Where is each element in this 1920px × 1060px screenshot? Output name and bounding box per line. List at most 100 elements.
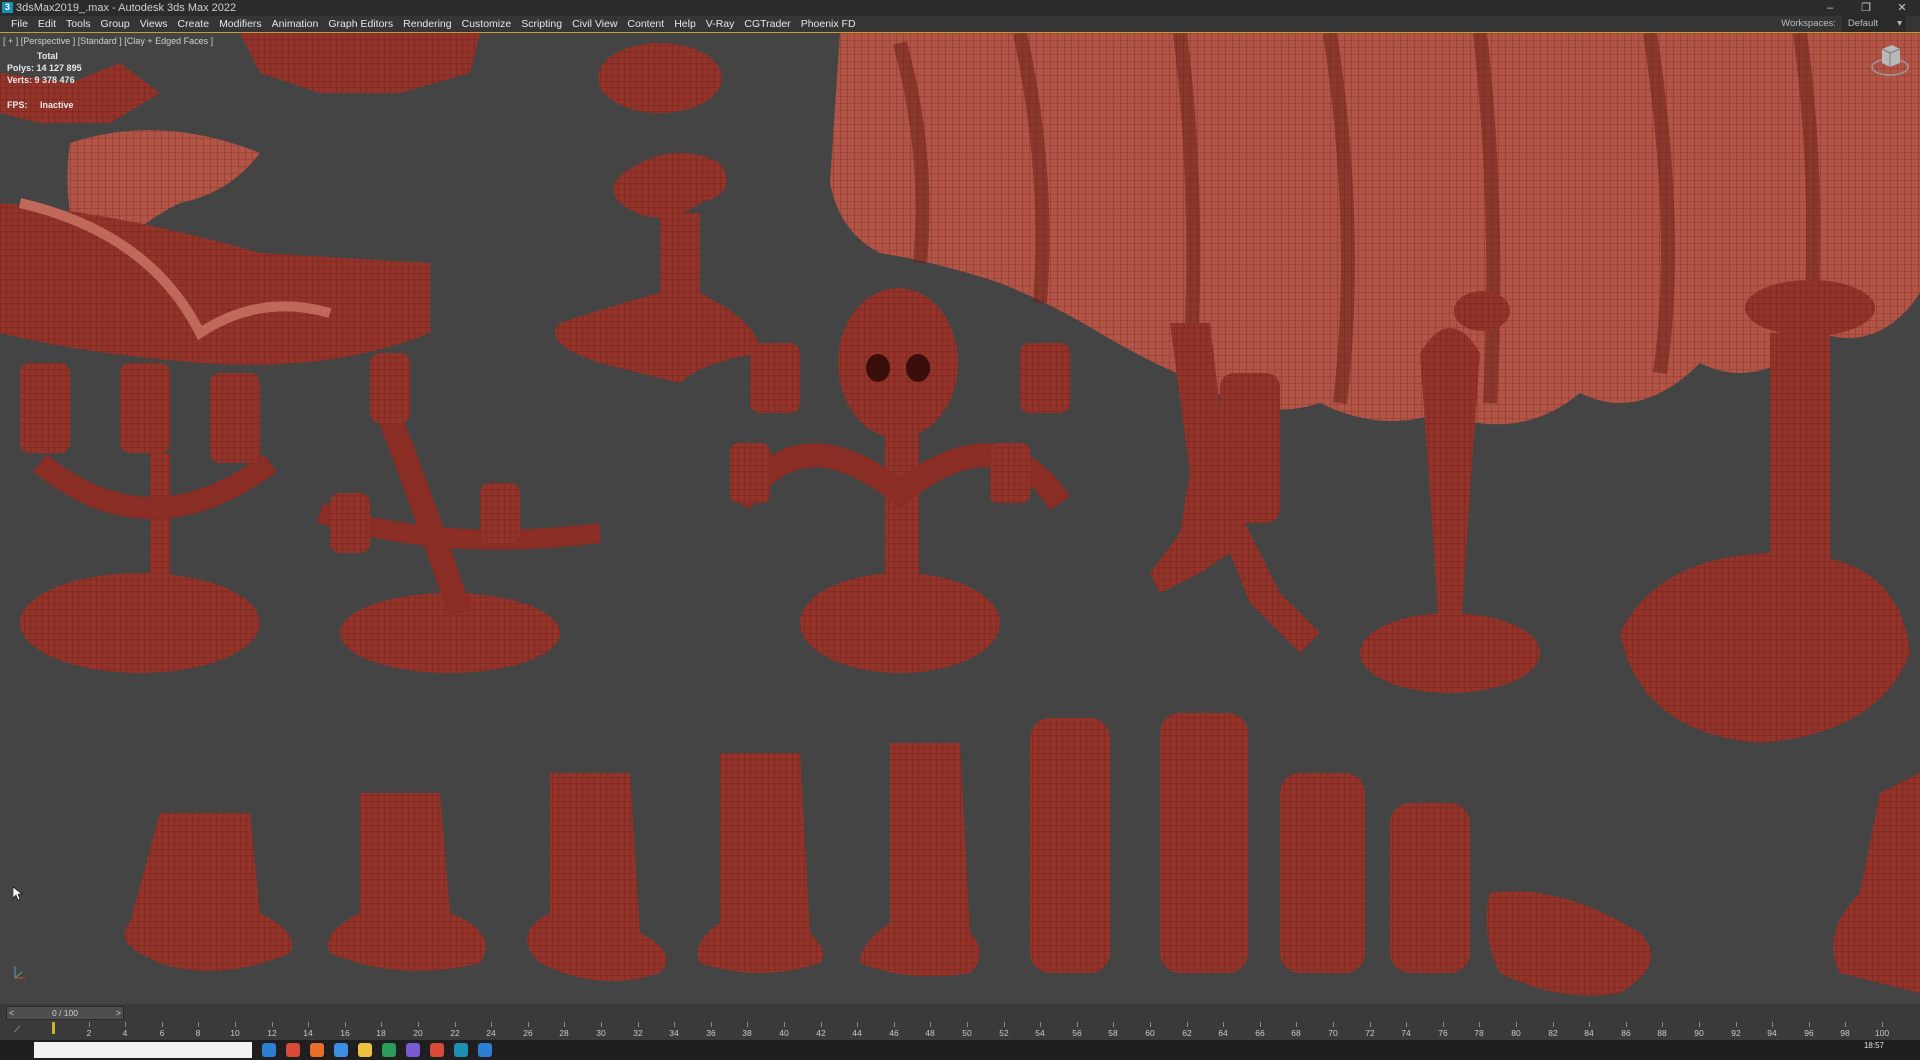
frame-tick [418,1022,419,1027]
drapery-mesh [830,33,1920,425]
viewcube-icon[interactable] [1870,41,1910,77]
frame-tick [821,1022,822,1027]
time-next-button[interactable]: > [116,1007,121,1019]
frame-tick-label: 42 [816,1028,826,1038]
frame-tick-label: 90 [1694,1028,1704,1038]
frame-tick [1333,1022,1334,1027]
menu-tools[interactable]: Tools [61,16,96,32]
app-icon[interactable] [382,1043,396,1057]
frame-tick-label: 32 [633,1028,643,1038]
time-slider[interactable]: < 0 / 100 > [6,1006,124,1020]
rock-top-center [240,33,480,93]
menu-animation[interactable]: Animation [267,16,324,32]
frame-tick-label: 48 [925,1028,935,1038]
timeline-trackbar: < 0 / 100 > ⟋ 2 4 6 8 10 12 14 16 18 20 22 24 26 28 30… [0,1004,1920,1040]
app-icon[interactable] [262,1043,276,1057]
app-icon[interactable] [286,1043,300,1057]
candle-9 [1390,803,1470,973]
frame-tick-label: 40 [779,1028,789,1038]
menu-file[interactable]: File [6,16,33,32]
menu-modifiers[interactable]: Modifiers [214,16,267,32]
frame-tick [1882,1022,1883,1027]
fps-value: Inactive [40,100,74,110]
frame-tick [1772,1022,1773,1027]
frame-tick-label: 76 [1438,1028,1448,1038]
frame-tick-label: 82 [1548,1028,1558,1038]
time-prev-button[interactable]: < [9,1007,14,1019]
restore-button[interactable]: ❐ [1848,0,1884,16]
title-bar: 3 3dsMax2019_.max - Autodesk 3ds Max 202… [0,0,1920,16]
frame-tick-label: 70 [1328,1028,1338,1038]
menu-help[interactable]: Help [669,16,701,32]
frame-tick [1187,1022,1188,1027]
wax-splat [613,153,727,218]
app-icon[interactable] [430,1043,444,1057]
menu-create[interactable]: Create [173,16,215,32]
wax-root-candle [555,213,760,383]
menu-vray[interactable]: V-Ray [701,16,740,32]
fps-readout: FPS: Inactive [7,100,74,110]
taskbar-clock[interactable]: 18:57 [1864,1041,1884,1050]
window-controls: – ❐ ✕ [1812,0,1920,16]
frame-tick-label: 18 [376,1028,386,1038]
frame-tick [528,1022,529,1027]
app-icon[interactable] [334,1043,348,1057]
menu-scripting[interactable]: Scripting [516,16,567,32]
menu-views[interactable]: Views [135,16,173,32]
candle-stub-right [1833,773,1920,993]
frame-tick-label: 46 [889,1028,899,1038]
menu-rendering[interactable]: Rendering [398,16,456,32]
menu-civil-view[interactable]: Civil View [567,16,622,32]
frame-tick [308,1022,309,1027]
candle-10 [1486,891,1652,996]
frame-tick-label: 6 [159,1028,165,1038]
frame-tick [894,1022,895,1027]
frame-tick [1516,1022,1517,1027]
close-button[interactable]: ✕ [1884,0,1920,16]
frame-tick [162,1022,163,1027]
current-frame-marker[interactable] [52,1022,55,1034]
candle-8 [1280,773,1365,973]
menu-content[interactable]: Content [622,16,669,32]
frame-tick-label: 100 [1874,1028,1890,1038]
menu-edit[interactable]: Edit [33,16,61,32]
stats-verts: Verts: 9 378 476 [7,74,82,86]
menu-phoenix-fd[interactable]: Phoenix FD [796,16,861,32]
verts-value: 9 378 476 [34,75,75,85]
app-icon[interactable] [454,1043,468,1057]
frame-tick-label: 98 [1840,1028,1850,1038]
app-icon[interactable] [358,1043,372,1057]
frame-tick-label: 94 [1767,1028,1777,1038]
frame-tick-label: 66 [1255,1028,1265,1038]
workspace-label: Workspaces: [1781,18,1836,29]
menu-customize[interactable]: Customize [457,16,517,32]
frame-tick [564,1022,565,1027]
menu-cgtrader[interactable]: CGTrader [739,16,795,32]
app-icon[interactable] [310,1043,324,1057]
frame-tick [1150,1022,1151,1027]
menu-group[interactable]: Group [96,16,135,32]
taskbar-search-box[interactable] [34,1042,252,1058]
frame-tick-label: 50 [962,1028,972,1038]
frame-tick-label: 10 [230,1028,240,1038]
workspace-dropdown[interactable]: Default ▾ [1841,16,1906,32]
frame-tick [198,1022,199,1027]
time-slider-value: 0 / 100 [52,1008,78,1018]
perspective-viewport[interactable]: [ + ] [Perspective ] [Standard ] [Clay +… [0,32,1920,1004]
frame-tick [1077,1022,1078,1027]
polys-label: Polys: [7,63,35,73]
menu-graph-editors[interactable]: Graph Editors [323,16,398,32]
viewport-label[interactable]: [ + ] [Perspective ] [Standard ] [Clay +… [3,36,213,46]
frame-tick [1370,1022,1371,1027]
frame-tick-label: 16 [340,1028,350,1038]
app-icon[interactable] [478,1043,492,1057]
candelabra-left [20,363,277,673]
frame-tick [272,1022,273,1027]
app-icon[interactable] [406,1043,420,1057]
frame-tick [1040,1022,1041,1027]
minimize-button[interactable]: – [1812,0,1848,16]
key-filter-icon[interactable]: ⟋ [14,1024,20,1035]
frame-tick-label: 64 [1218,1028,1228,1038]
chevron-down-icon: ▾ [1897,18,1902,29]
frame-ruler[interactable]: ⟋ 2 4 6 8 10 12 14 16 18 20 22 24 26 28 30 32 34 36 38 40 42… [14,1022,1890,1040]
